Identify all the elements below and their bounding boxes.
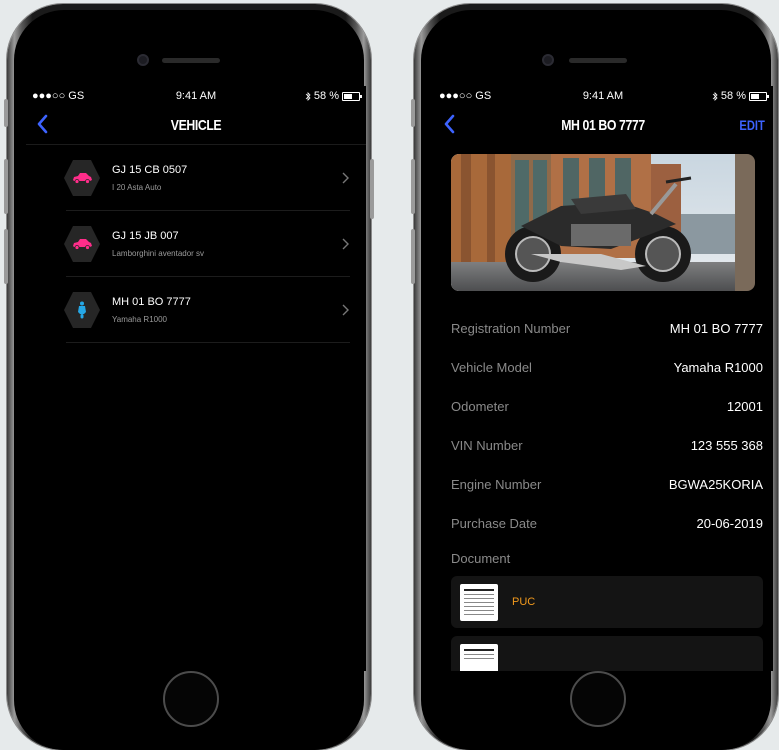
document-thumbnail: [460, 584, 498, 621]
back-chevron-icon[interactable]: [32, 112, 56, 136]
detail-value: 12001: [726, 399, 763, 414]
vehicle-list: GJ 15 CB 0507 I 20 Asta Auto GJ 15 JB 00…: [64, 145, 350, 343]
document-card[interactable]: [451, 636, 763, 671]
detail-label: Odometer: [451, 399, 509, 414]
vehicle-model: Lamborghini aventador sv: [112, 249, 205, 258]
detail-row-model: Vehicle Model Yamaha R1000: [451, 347, 763, 386]
detail-value: 20-06-2019: [696, 516, 764, 531]
detail-row-vin: VIN Number 123 555 368: [451, 425, 763, 464]
car-icon: [73, 239, 92, 250]
detail-value: BGWA25KORIA: [668, 477, 763, 492]
vehicle-photo: [451, 154, 755, 291]
page-title: VEHICLE: [170, 117, 222, 134]
detail-value: Yamaha R1000: [673, 360, 763, 375]
nav-bar: MH 01 BO 7777 EDIT: [433, 104, 773, 144]
car-icon: [73, 173, 92, 184]
speaker-grille: [569, 58, 627, 63]
document-name: PUC: [512, 596, 536, 608]
mute-switch: [411, 99, 415, 127]
status-bar: ●●●○○ GS 9:41 AM 58 %: [26, 86, 366, 104]
home-button[interactable]: [570, 671, 626, 727]
battery-percent: 58 %: [313, 90, 339, 102]
vehicle-icon-badge: [64, 160, 100, 196]
phone-bezel: ●●●○○ GS 9:41 AM 58 % MH 01 BO 7777 EDIT: [421, 10, 773, 750]
vehicle-icon-badge: [64, 292, 100, 328]
detail-row-odometer: Odometer 12001: [451, 386, 763, 425]
phone-right: ●●●○○ GS 9:41 AM 58 % MH 01 BO 7777 EDIT: [411, 4, 778, 750]
detail-row-registration: Registration Number MH 01 BO 7777: [451, 308, 763, 347]
vehicle-list-screen: ●●●○○ GS 9:41 AM 58 % VEHICLE GJ 15 CB 0…: [26, 86, 366, 671]
battery-icon: [749, 91, 769, 101]
back-chevron-icon[interactable]: [439, 112, 463, 136]
detail-row-purchase-date: Purchase Date 20-06-2019: [451, 503, 763, 542]
vehicle-icon-badge: [64, 226, 100, 262]
volume-up-button: [4, 159, 8, 214]
motorcycle-photo: [451, 154, 735, 291]
detail-label: Registration Number: [451, 321, 571, 336]
mute-switch: [4, 99, 8, 127]
edit-button[interactable]: EDIT: [739, 117, 765, 133]
vehicle-plate: GJ 15 JB 007: [112, 230, 179, 242]
bluetooth-icon: [305, 91, 311, 101]
detail-value: MH 01 BO 7777: [669, 321, 763, 336]
home-button[interactable]: [163, 671, 219, 727]
speaker-grille: [162, 58, 220, 63]
vehicle-plate: MH 01 BO 7777: [112, 296, 191, 308]
front-camera: [542, 54, 554, 66]
vehicle-list-item[interactable]: GJ 15 CB 0507 I 20 Asta Auto: [64, 145, 350, 211]
battery-percent: 58 %: [720, 90, 746, 102]
phone-bezel: ●●●○○ GS 9:41 AM 58 % VEHICLE GJ 15 CB 0…: [14, 10, 366, 750]
vehicle-list-item[interactable]: MH 01 BO 7777 Yamaha R1000: [64, 277, 350, 343]
vehicle-plate: GJ 15 CB 0507: [112, 164, 188, 176]
detail-label: Vehicle Model: [451, 360, 532, 375]
vehicle-detail-screen: ●●●○○ GS 9:41 AM 58 % MH 01 BO 7777 EDIT: [433, 86, 773, 671]
chevron-right-icon: [342, 304, 349, 316]
vehicle-model: I 20 Asta Auto: [112, 183, 162, 192]
vehicle-details: Registration Number MH 01 BO 7777 Vehicl…: [433, 308, 773, 542]
front-camera: [137, 54, 149, 66]
document-section-title: Document: [451, 551, 511, 566]
detail-label: Engine Number: [451, 477, 542, 492]
vehicle-model: Yamaha R1000: [112, 315, 167, 324]
volume-up-button: [411, 159, 415, 214]
scooter-icon: [78, 301, 86, 319]
detail-value: 123 555 368: [690, 438, 763, 453]
document-thumbnail: [460, 644, 498, 671]
bluetooth-icon: [712, 91, 718, 101]
battery-status: 58 %: [712, 90, 769, 102]
chevron-right-icon: [342, 238, 349, 250]
volume-down-button: [411, 229, 415, 284]
vehicle-list-item[interactable]: GJ 15 JB 007 Lamborghini aventador sv: [64, 211, 350, 277]
nav-bar: VEHICLE: [26, 104, 366, 145]
document-card[interactable]: PUC: [451, 576, 763, 628]
phone-left: ●●●○○ GS 9:41 AM 58 % VEHICLE GJ 15 CB 0…: [4, 4, 374, 750]
chevron-right-icon: [342, 172, 349, 184]
power-button: [370, 159, 374, 219]
battery-status: 58 %: [305, 90, 362, 102]
page-title: MH 01 BO 7777: [561, 117, 645, 134]
detail-row-engine: Engine Number BGWA25KORIA: [451, 464, 763, 503]
detail-label: Purchase Date: [451, 516, 537, 531]
status-bar: ●●●○○ GS 9:41 AM 58 %: [433, 86, 773, 104]
battery-icon: [342, 91, 362, 101]
detail-label: VIN Number: [451, 438, 523, 453]
volume-down-button: [4, 229, 8, 284]
